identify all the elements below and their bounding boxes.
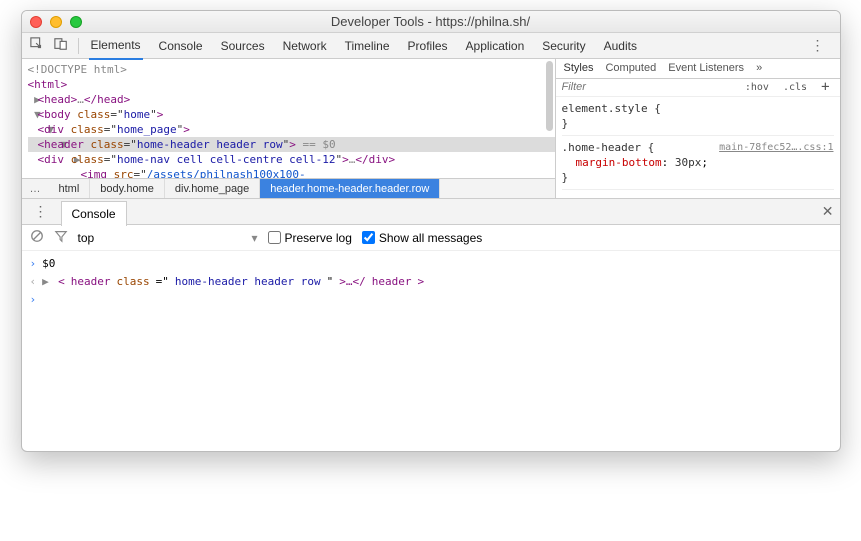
rule-source-link[interactable]: main-78fec52….css:1 (719, 140, 833, 155)
dom-div1[interactable]: ▼<div class="home_page"> (28, 122, 555, 137)
add-rule-icon[interactable]: + (817, 79, 833, 95)
inspect-icon[interactable] (30, 37, 44, 54)
show-all-checkbox[interactable]: Show all messages (362, 231, 482, 245)
window-title: Developer Tools - https://philna.sh/ (22, 14, 840, 29)
styles-panel: Styles Computed Event Listeners » :hov .… (555, 59, 840, 198)
dom-doctype[interactable]: <!DOCTYPE html> (28, 62, 555, 77)
console-line-1[interactable]: ›$0 (30, 255, 832, 273)
clear-console-icon[interactable] (30, 229, 44, 246)
close-drawer-icon[interactable]: ✕ (822, 203, 834, 220)
breadcrumb-more[interactable]: … (22, 183, 49, 195)
crumb-html[interactable]: html (49, 179, 91, 198)
tab-application[interactable]: Application (464, 33, 527, 59)
console-prompt[interactable]: › (30, 291, 832, 309)
styletab-more-icon[interactable]: » (756, 62, 762, 74)
crumb-div[interactable]: div.home_page (165, 179, 260, 198)
context-selector[interactable]: top▾ (78, 231, 258, 245)
drawer-tab-console[interactable]: Console (61, 201, 127, 226)
crumb-header[interactable]: header.home-header.header.row (260, 179, 440, 198)
filter-icon[interactable] (54, 229, 68, 246)
styletab-listeners[interactable]: Event Listeners (668, 62, 744, 74)
drawer-more-icon[interactable]: ⋮ (28, 203, 55, 220)
styletab-computed[interactable]: Computed (605, 62, 656, 74)
rule-margin-bottom[interactable]: margin-bottom: 30px; (562, 155, 834, 170)
tab-sources[interactable]: Sources (219, 33, 267, 59)
console-line-2[interactable]: ‹▶<header class="home-header header row"… (30, 273, 832, 291)
titlebar: Developer Tools - https://philna.sh/ (22, 11, 840, 33)
dom-head[interactable]: ▶<head>…</head> (28, 92, 555, 107)
dom-div2[interactable]: ▶<div class="home-nav cell cell-centre c… (28, 152, 555, 167)
scrollbar[interactable] (546, 61, 553, 131)
tab-timeline[interactable]: Timeline (343, 33, 392, 59)
tab-audits[interactable]: Audits (602, 33, 639, 59)
rule-element-style[interactable]: element.style { (562, 101, 834, 116)
breadcrumb: … html body.home div.home_page header.ho… (22, 178, 555, 198)
style-filter-input[interactable] (562, 81, 735, 93)
tab-elements[interactable]: Elements (89, 32, 143, 60)
main-toolbar: Elements Console Sources Network Timelin… (22, 33, 840, 59)
more-icon[interactable]: ⋮ (805, 37, 832, 54)
cls-toggle[interactable]: .cls (779, 81, 811, 94)
tab-profiles[interactable]: Profiles (406, 33, 450, 59)
dom-selected-header[interactable]: ▼<header class="home-header header row">… (28, 137, 555, 152)
styletab-styles[interactable]: Styles (564, 62, 594, 74)
crumb-body[interactable]: body.home (90, 179, 165, 198)
dom-body[interactable]: ▼<body class="home"> (28, 107, 555, 122)
device-icon[interactable] (54, 37, 68, 54)
tab-console[interactable]: Console (157, 33, 205, 59)
style-rules[interactable]: element.style { } main-78fec52….css:1 .h… (556, 97, 840, 198)
panel-tabs: Elements Console Sources Network Timelin… (89, 32, 805, 60)
dom-tree-panel[interactable]: <!DOCTYPE html> <html> ▶<head>…</head> ▼… (22, 59, 555, 198)
tab-network[interactable]: Network (281, 33, 329, 59)
dom-html[interactable]: <html> (28, 77, 555, 92)
console-drawer: ⋮ Console ✕ top▾ Preserve log Show all m… (22, 199, 840, 451)
preserve-log-checkbox[interactable]: Preserve log (268, 231, 352, 245)
hov-toggle[interactable]: :hov (741, 81, 773, 94)
tab-security[interactable]: Security (540, 33, 587, 59)
